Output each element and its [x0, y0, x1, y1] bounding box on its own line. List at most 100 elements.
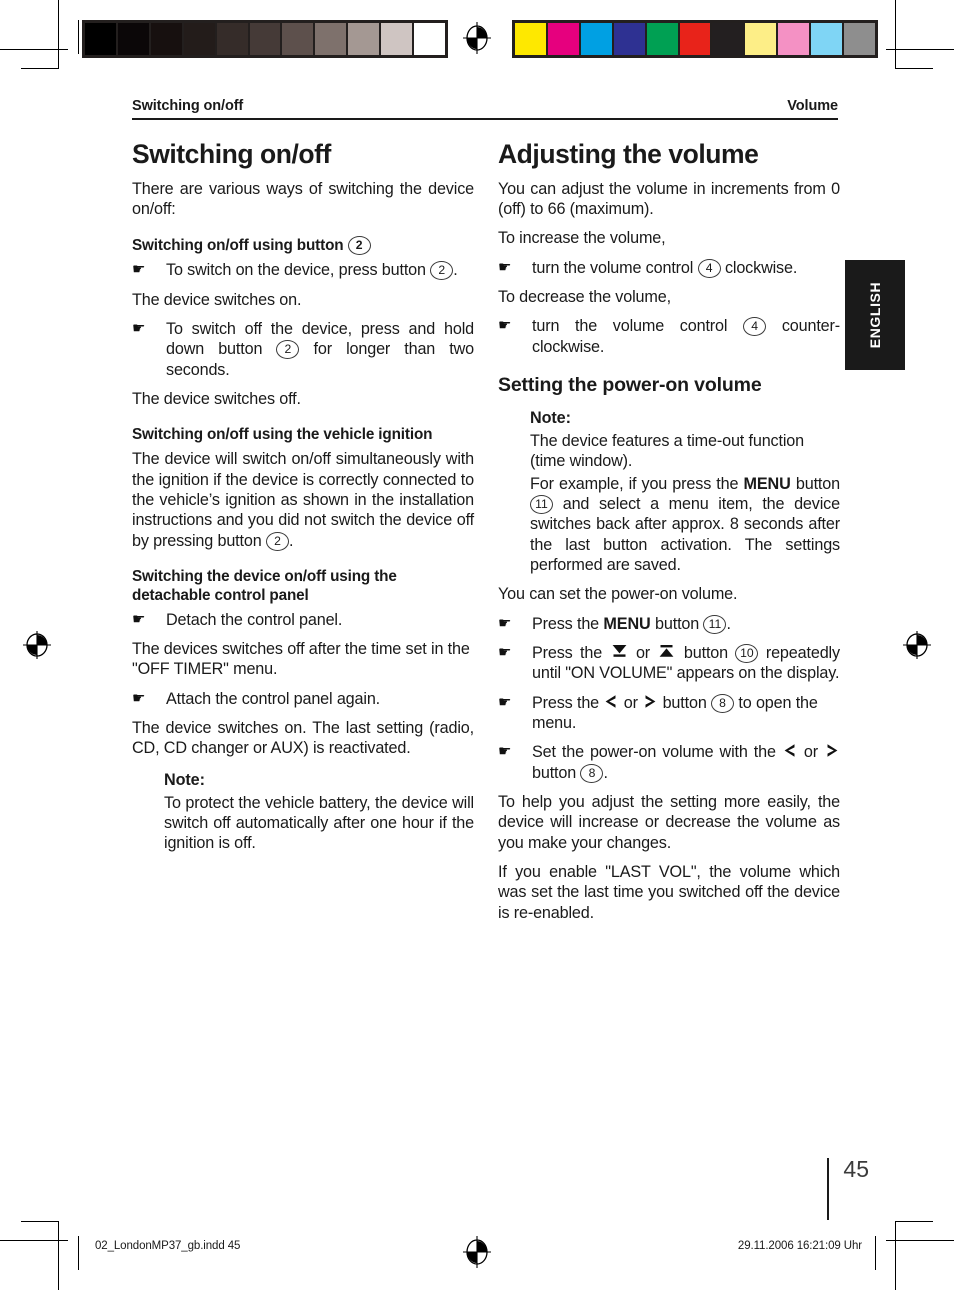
step-detach-panel: ☛ Detach the control panel.: [132, 610, 474, 630]
pointing-hand-icon: ☛: [498, 317, 512, 335]
crop-mark-bottom-right-inner-v: [875, 1236, 876, 1270]
crop-mark-top-right-vertical: [895, 0, 896, 68]
crop-mark-top-left-horizontal: [0, 49, 68, 50]
note-title: Note:: [164, 770, 205, 789]
step-press-left-right-mid: button: [662, 693, 707, 712]
note-timeout-p2-post: and select a menu item, the device switc…: [530, 495, 840, 575]
section-heading-switching-onoff: Switching on/off: [132, 139, 331, 169]
step-press-left-right-text: Press the or button 8 to open the menu.: [532, 693, 840, 734]
crop-mark-bottom-left-horizontal: [0, 1240, 68, 1241]
increase-volume-lead: To increase the volume,: [498, 229, 666, 248]
button-ref-8: 8: [711, 693, 735, 713]
color-swatch: [515, 23, 546, 55]
grayscale-swatch: [249, 23, 281, 55]
crop-mark-bottom-left-inner: [21, 1221, 59, 1222]
registration-mark-left: [23, 631, 51, 659]
step-decrease-volume-pre: turn the volume control: [532, 317, 728, 336]
button-ref-2: 2: [276, 340, 300, 360]
button-ref-8: 8: [580, 763, 604, 783]
left-column: Switching on/off There are various ways …: [132, 139, 474, 863]
crop-mark-bottom-left-inner-v: [78, 1236, 79, 1270]
paragraph-vehicle-ignition-pre: The device will switch on/off simultaneo…: [132, 450, 474, 550]
note-block-timeout: Note: The device features a time-out fun…: [530, 409, 840, 575]
note-block-battery: Note: To protect the vehicle battery, th…: [164, 771, 474, 854]
step-set-power-on-volume-or: or: [803, 743, 818, 762]
color-swatch: [547, 23, 579, 55]
menu-keyword: MENU: [743, 474, 791, 493]
step-press-left-right: ☛ Press the or button 8 to open the menu…: [498, 693, 840, 734]
step-press-left-right-or: or: [623, 693, 638, 712]
step-press-menu: ☛ Press the MENU button 11.: [498, 614, 840, 634]
intro-paragraph: There are various ways of switching the …: [132, 179, 474, 218]
button-ref-2: 2: [265, 531, 289, 551]
note-timeout-p1: The device features a time-out function …: [530, 432, 804, 471]
color-swatch: [844, 23, 875, 55]
button-ref-11: 11: [703, 614, 727, 634]
pointing-hand-icon: ☛: [498, 258, 512, 276]
note-timeout-p2-pre: For example, if you press the: [530, 474, 739, 493]
step-increase-volume-pre: turn the volume control: [532, 258, 694, 277]
header-divider: [132, 118, 838, 121]
menu-keyword: MENU: [603, 614, 651, 633]
note-body: To protect the vehicle battery, the devi…: [164, 793, 474, 853]
language-tab-english: ENGLISH: [845, 260, 905, 370]
step-decrease-volume-text: turn the volume control 4 counter-clockw…: [532, 316, 840, 357]
step-press-up-down-text: Press the or button 10 repeatedly until …: [532, 643, 840, 684]
paragraph-vehicle-ignition-post: .: [288, 531, 294, 550]
right-column: Adjusting the volume You can adjust the …: [498, 139, 840, 932]
color-swatch: [580, 23, 612, 55]
step-press-left-right-pre: Press the: [532, 693, 600, 712]
subheading-control-panel: Switching the device on/off using the de…: [132, 567, 397, 604]
crop-mark-top-left-inner-v: [78, 20, 79, 54]
step-increase-volume-post: clockwise.: [724, 258, 798, 277]
crop-mark-bottom-left-vertical: [58, 1222, 59, 1290]
pointing-hand-icon: ☛: [132, 261, 146, 279]
footer-filename: 02_LondonMP37_gb.indd 45: [95, 1240, 241, 1252]
step-switch-on-post: .: [453, 261, 458, 280]
step-attach-panel: ☛ Attach the control panel again.: [132, 689, 474, 709]
result-last-setting: The device switches on. The last setting…: [132, 719, 474, 758]
page-number-rule: [827, 1158, 830, 1220]
header-right-title: Volume: [787, 98, 838, 114]
button-ref-2: 2: [347, 236, 371, 256]
step-decrease-volume: ☛ turn the volume control 4 counter-cloc…: [498, 316, 840, 357]
footer-timestamp: 29.11.2006 16:21:09 Uhr: [737, 1240, 862, 1252]
right-chevron-icon: [827, 744, 838, 758]
down-arrow-bar-icon: [612, 645, 626, 657]
pointing-hand-icon: ☛: [132, 689, 146, 707]
step-press-menu-post: .: [726, 614, 731, 633]
step-increase-volume-text: turn the volume control 4 clockwise.: [532, 258, 840, 278]
pointing-hand-icon: ☛: [498, 644, 512, 662]
step-set-power-on-volume-pre: Set the power-on volume with the: [532, 743, 776, 762]
pointing-hand-icon: ☛: [132, 610, 146, 628]
color-swatch: [778, 23, 810, 55]
left-chevron-icon: [784, 744, 795, 758]
grayscale-swatch: [315, 23, 347, 55]
step-press-menu-text: Press the MENU button 11.: [532, 614, 840, 634]
power-on-volume-lead: You can set the power-on volume.: [498, 585, 738, 604]
color-swatch: [613, 23, 645, 55]
subheading-power-on-volume: Setting the power-on volume: [498, 373, 762, 396]
decrease-volume-lead: To decrease the volume,: [498, 287, 671, 306]
step-press-menu-pre: Press the: [532, 614, 600, 633]
note-title: Note:: [530, 409, 571, 428]
step-switch-on-text: To switch on the device, press button 2.: [166, 260, 474, 281]
crop-mark-bottom-right-vertical: [895, 1222, 896, 1290]
step-switch-on-pre: To switch on the device, press button: [166, 261, 426, 280]
color-swatch: [646, 23, 678, 55]
result-switches-on: The device switches on.: [132, 290, 302, 309]
step-detach-panel-text: Detach the control panel.: [166, 610, 343, 629]
button-ref-10: 10: [735, 644, 759, 664]
subheading-using-button-text: Switching on/off using button: [132, 237, 344, 255]
color-swatch: [745, 23, 777, 55]
registration-mark-right: [903, 631, 931, 659]
result-off-timer: The devices switches off after the time …: [132, 640, 470, 679]
page-number: 45: [843, 1156, 869, 1182]
step-switch-on: ☛ To switch on the device, press button …: [132, 260, 474, 281]
grayscale-swatch: [348, 23, 380, 55]
button-ref-2: 2: [430, 261, 454, 281]
pointing-hand-icon: ☛: [498, 614, 512, 632]
note-timeout-p2: For example, if you press the MENU butto…: [530, 474, 840, 576]
step-press-menu-mid: button: [655, 614, 700, 633]
button-ref-4: 4: [697, 258, 721, 278]
